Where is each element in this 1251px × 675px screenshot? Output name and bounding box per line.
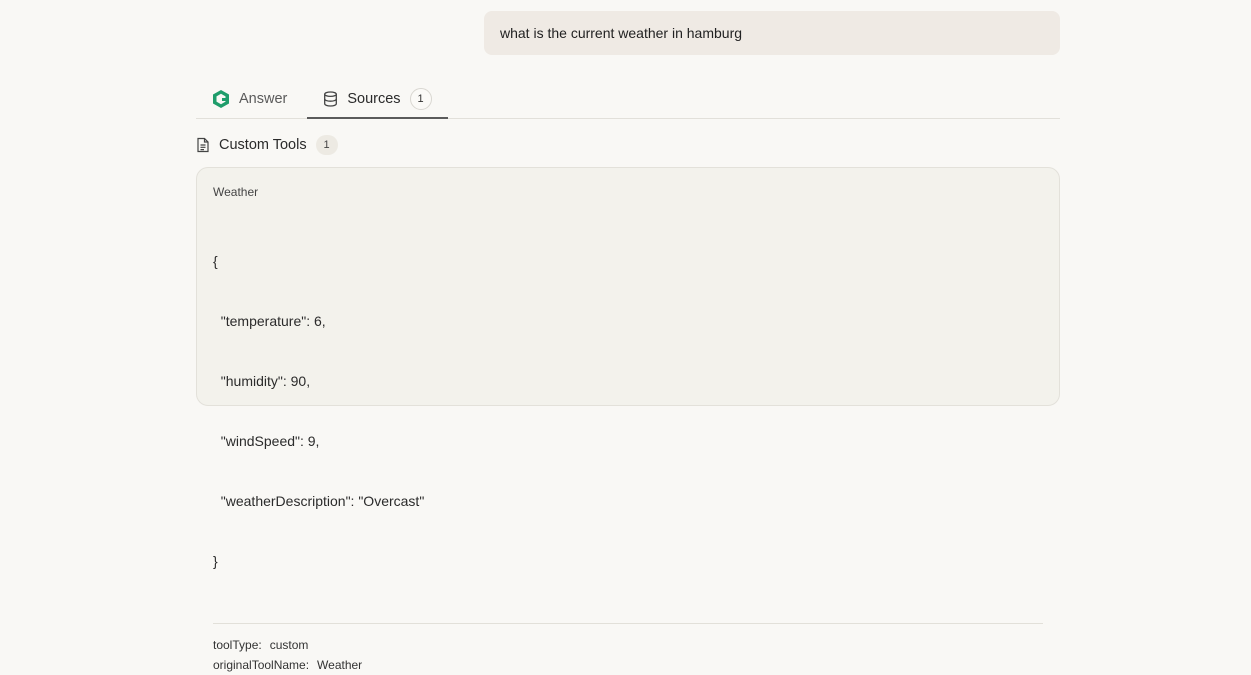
meta-row-tool-type: toolType: custom [213, 635, 1043, 655]
sources-count-badge: 1 [409, 87, 432, 110]
json-line: } [213, 553, 218, 569]
document-icon [196, 137, 210, 153]
tab-sources-label: Sources [347, 90, 401, 107]
tool-output-json: { "temperature": 6, "humidity": 90, "win… [213, 211, 1043, 611]
section-count-badge: 1 [315, 135, 338, 155]
json-line: "windSpeed": 9, [213, 433, 320, 449]
divider [213, 623, 1043, 624]
meta-row-original-tool-name: originalToolName: Weather [213, 655, 1043, 675]
meta-value: custom [269, 638, 309, 652]
database-icon [323, 90, 338, 107]
json-line: { [213, 253, 218, 269]
user-message-text: what is the current weather in hamburg [500, 25, 743, 41]
source-card-weather[interactable]: Weather { "temperature": 6, "humidity": … [196, 167, 1060, 672]
meta-key: originalToolName: [213, 658, 310, 672]
answer-logo-icon [212, 89, 230, 109]
result-tabs: Answer Sources 1 [196, 79, 1060, 119]
custom-tools-header: Custom Tools 1 [196, 134, 338, 156]
json-line: "temperature": 6, [213, 313, 326, 329]
json-line: "weatherDescription": "Overcast" [213, 493, 425, 509]
tab-sources[interactable]: Sources 1 [307, 79, 448, 119]
tab-answer-label: Answer [239, 90, 288, 107]
user-message-bubble: what is the current weather in hamburg [484, 11, 1060, 55]
meta-key: toolType: [213, 638, 262, 652]
source-title: Weather [213, 185, 259, 199]
json-line: "humidity": 90, [213, 373, 311, 389]
section-label: Custom Tools [219, 137, 307, 153]
meta-value: Weather [317, 658, 363, 672]
tab-answer[interactable]: Answer [196, 79, 307, 118]
